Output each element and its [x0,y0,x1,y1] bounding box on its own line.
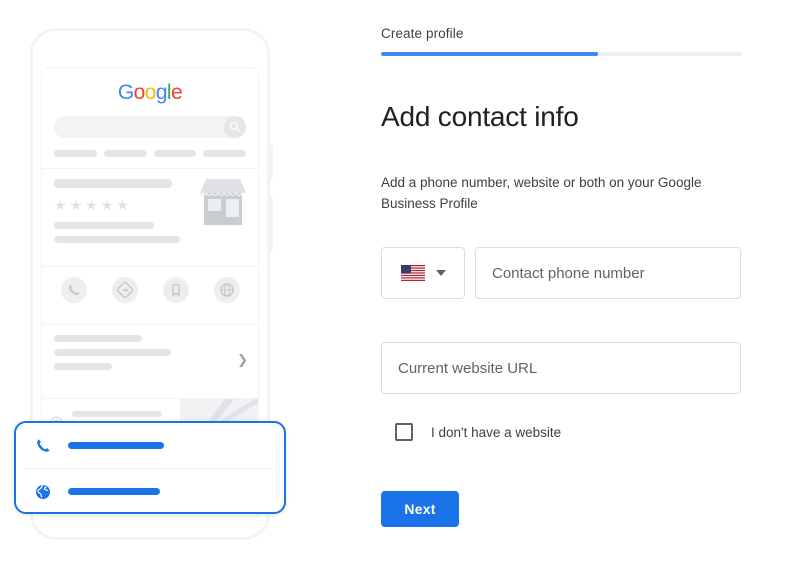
mock-chip [103,150,147,157]
google-logo-letter: o [144,81,157,104]
onboarding-illustration: Google ★ ★ ★ ★ ★ ❯ [0,0,370,581]
mock-business-card: ★ ★ ★ ★ ★ [42,169,258,255]
phone-side-button-bottom [268,196,273,252]
storefront-icon [199,179,246,225]
mock-search-bar [54,116,246,138]
chevron-right-icon: ❯ [237,352,248,367]
mock-chip [54,150,97,157]
country-code-select[interactable] [381,247,465,299]
mock-chip-row [54,150,246,157]
mock-text-bar [54,222,154,229]
mock-text-bar [54,349,171,356]
mock-chip [153,150,197,157]
globe-icon [213,277,240,303]
highlight-phone-row [16,423,284,468]
mock-text-bar [54,236,180,243]
star-icon: ★ [69,197,83,213]
contact-phone-input[interactable] [475,247,741,299]
highlight-phone-bar [68,442,164,449]
progress-bar [381,52,742,56]
globe-icon [36,484,50,499]
us-flag-icon [400,265,425,281]
mock-text-bar [54,335,142,342]
mock-info-rows: ❯ [42,325,258,387]
create-profile-form-panel: Create profile Add contact info Add a ph… [381,0,801,581]
progress-bar-fill [381,52,598,56]
website-url-input[interactable] [381,342,741,394]
highlight-website-row [16,469,284,514]
page-title: Add contact info [381,101,579,132]
bookmark-icon [162,277,189,303]
star-icon: ★ [100,197,114,213]
star-icon: ★ [54,197,67,213]
mock-title-bar [54,179,172,188]
no-website-checkbox-row[interactable]: I don't have a website [381,423,561,441]
directions-icon [111,277,138,303]
phone-side-button-top [268,145,273,179]
mock-chip [203,150,246,157]
next-button[interactable]: Next [381,491,459,527]
google-logo-letter: o [133,81,146,104]
chevron-down-icon [435,270,446,276]
page-description: Add a phone number, website or both on y… [381,175,702,211]
create-profile-page: Google ★ ★ ★ ★ ★ ❯ Create profile Add co… [0,0,801,581]
mock-action-row [42,267,258,313]
search-icon [224,116,246,138]
phone-icon [60,277,87,303]
phone-field-row [381,247,741,299]
star-icon: ★ [116,197,129,213]
google-logo-letter: g [155,81,168,104]
star-icon: ★ [85,197,98,213]
highlight-website-bar [68,488,160,495]
no-website-checkbox[interactable] [395,423,413,441]
mock-text-bar [72,411,162,417]
google-logo-letter: G [117,81,134,104]
phone-icon [37,438,50,452]
contact-info-highlight-card [14,421,286,514]
step-label: Create profile [381,26,464,41]
google-logo-letter: e [171,81,183,104]
google-logo: Google [42,81,258,105]
mock-text-bar [54,363,112,370]
no-website-checkbox-label: I don't have a website [431,424,562,440]
